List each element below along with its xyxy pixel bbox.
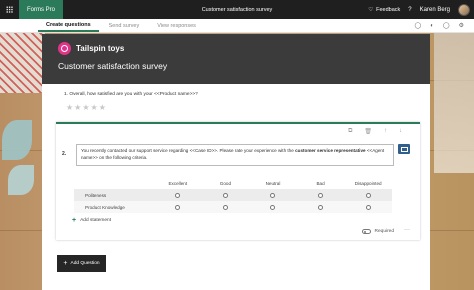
likert-matrix: Excellent Good Neutral Bad Disappointed … [74, 178, 392, 213]
question-text-bold: customer service representative [295, 148, 366, 153]
matrix-header-row: Excellent Good Neutral Bad Disappointed [74, 178, 392, 189]
radio-button[interactable] [365, 204, 371, 210]
help-icon[interactable]: ? [408, 7, 411, 13]
preview-icon[interactable]: ◯ [415, 22, 422, 29]
leaf-decoration [8, 165, 34, 195]
add-question-button[interactable]: + Add Question [57, 255, 106, 272]
question-text-part: You recently contacted our support servi… [81, 148, 296, 153]
add-question-label: Add Question [70, 261, 100, 266]
plus-icon: + [72, 217, 77, 224]
tab-bar: Create questions Send survey View respon… [0, 19, 474, 33]
radio-button[interactable] [318, 204, 324, 210]
question-2-text-field[interactable]: You recently contacted our support servi… [76, 144, 394, 166]
add-statement-button[interactable]: + Add statement [72, 217, 111, 224]
star-icon[interactable]: ★ [99, 103, 106, 112]
share-icon[interactable]: ◯ [443, 22, 450, 29]
theme-icon[interactable]: ◐ [430, 23, 434, 29]
required-toggle[interactable]: Required [361, 229, 394, 234]
tab-create-questions[interactable]: Create questions [38, 19, 99, 32]
required-label: Required [374, 229, 394, 234]
column-header[interactable]: Good [202, 181, 250, 186]
star-icon[interactable]: ★ [74, 103, 81, 112]
user-name[interactable]: Karen Berg [420, 7, 450, 13]
radio-button[interactable] [222, 204, 228, 210]
column-header[interactable]: Neutral [249, 181, 297, 186]
star-icon[interactable]: ★ [91, 103, 98, 112]
brand-name: Tailspin toys [76, 44, 125, 53]
move-up-icon[interactable]: ↑ [384, 128, 387, 135]
app-topbar: Forms Pro Customer satisfaction survey ♡… [0, 0, 474, 19]
radio-button[interactable] [222, 192, 228, 198]
feedback-label: Feedback [376, 6, 401, 13]
radio-button[interactable] [175, 192, 181, 198]
form-title[interactable]: Customer satisfaction survey [58, 61, 414, 71]
radio-button[interactable] [270, 204, 276, 210]
column-header[interactable]: Excellent [154, 181, 202, 186]
table-row: Politeness [74, 189, 392, 201]
plus-icon: + [63, 260, 68, 267]
star-icon[interactable]: ★ [66, 103, 73, 112]
avatar[interactable] [458, 3, 470, 16]
column-header[interactable]: Disappointed [344, 181, 392, 186]
settings-icon[interactable]: ⚙ [459, 22, 464, 29]
fabric-decoration [0, 33, 45, 93]
move-down-icon[interactable]: ↓ [399, 128, 402, 135]
star-rating[interactable]: ★ ★ ★ ★ ★ [66, 103, 106, 112]
star-icon[interactable]: ★ [82, 103, 89, 112]
waffle-icon[interactable] [0, 0, 19, 19]
radio-button[interactable] [175, 204, 181, 210]
row-label[interactable]: Product Knowledge [74, 205, 154, 210]
radio-button[interactable] [318, 192, 324, 198]
brand-logo-icon [58, 42, 71, 55]
table-row: Product Knowledge [74, 201, 392, 213]
question-1-text[interactable]: 1. Overall, how satisfied are you with y… [64, 92, 198, 97]
row-label[interactable]: Politeness [74, 193, 154, 198]
delete-icon[interactable]: 🗑 [364, 128, 372, 135]
paper-decoration [434, 33, 474, 173]
feedback-button[interactable]: ♡ Feedback [368, 7, 400, 13]
toggle-switch[interactable] [361, 229, 371, 234]
tab-view-responses[interactable]: View responses [149, 19, 204, 32]
tab-send-survey[interactable]: Send survey [101, 19, 148, 32]
leaf-decoration [2, 120, 32, 160]
form-body: 1. Overall, how satisfied are you with y… [42, 84, 430, 290]
add-statement-label: Add statement [80, 218, 112, 223]
radio-button[interactable] [270, 192, 276, 198]
feedback-icon: ♡ [368, 6, 374, 13]
question-2-card[interactable]: ⧉ 🗑 ↑ ↓ 2. You recently contacted our su… [56, 122, 420, 240]
image-icon[interactable] [398, 144, 410, 154]
radio-button[interactable] [365, 192, 371, 198]
column-header[interactable]: Bad [297, 181, 345, 186]
form-header[interactable]: Tailspin toys Customer satisfaction surv… [42, 34, 430, 84]
app-name[interactable]: Forms Pro [19, 0, 64, 19]
question-number: 2. [62, 151, 67, 157]
copy-icon[interactable]: ⧉ [348, 128, 352, 135]
more-options-icon[interactable]: ··· [404, 227, 410, 233]
